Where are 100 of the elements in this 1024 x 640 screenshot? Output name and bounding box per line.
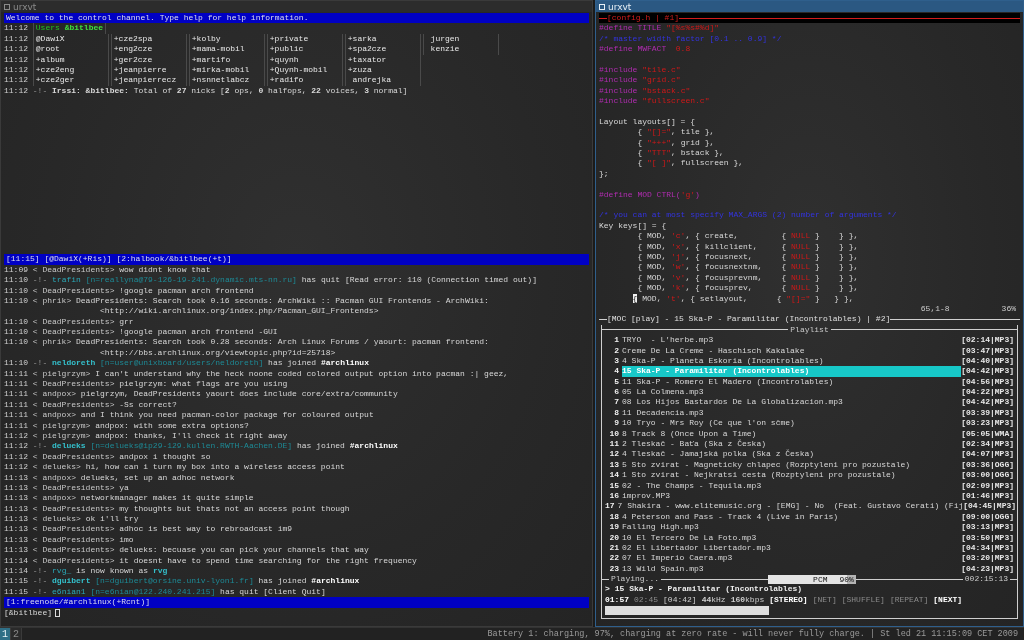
- timestamp: 11:12: [4, 33, 28, 45]
- event-text: Irssi: &bitlbee: Total of 27 nicks [2 ops, 0 halfops, 22 voices, 3 normal]: [52, 85, 408, 97]
- track-number: 15: [608, 480, 619, 491]
- track-title[interactable]: 13 Wild Spain.mp3: [622, 563, 962, 575]
- nickname: < delueks>: [32, 514, 81, 525]
- track-title[interactable]: 4 Tleskač - Jamajská polka (Ska z Česka): [622, 449, 962, 460]
- message-text: andpox: with some extra options?: [95, 420, 249, 431]
- channel-header: Users &bitlbee: [32, 23, 107, 34]
- track-title[interactable]: 11 Decadencia.mp3: [622, 407, 962, 419]
- track-title[interactable]: 07 El Imperio Caera.mp3: [622, 553, 962, 564]
- track-title[interactable]: 7 Shakira - www.elitemusic.org - [EMG] - No (Feat. Gustavo Cerati) (Fij: [617, 501, 964, 512]
- message-text: adhoc is best way to rebroadcast im9: [119, 524, 293, 535]
- workspace-tag[interactable]: 1: [0, 628, 11, 640]
- track-number: 2: [613, 345, 619, 356]
- track-title[interactable]: 08 Los Hijos Bastardos De La Globalizacion.mp3: [622, 397, 962, 408]
- track-number: 17: [605, 501, 615, 512]
- volume-bar[interactable]: PCM 90%: [767, 574, 856, 584]
- code-line: /* you can at most specify MAX_ARGS (2) number of arguments */: [599, 210, 897, 221]
- track-number: 21: [608, 542, 619, 554]
- player-state: Playing...: [610, 574, 660, 585]
- nickname: < DeadPresidents>: [32, 524, 115, 535]
- track-title[interactable]: 8 Track 8 (Once Upon a Time): [622, 428, 962, 439]
- code-line: };: [599, 168, 609, 180]
- code-line: #include "grid.c": [599, 75, 681, 86]
- track-number: 16: [608, 490, 619, 502]
- track-info: [01:46|MP3]: [961, 490, 1014, 502]
- timestamp: 11:10: [4, 327, 28, 338]
- message-text: andpox: thanks, I'll check it right away: [95, 430, 288, 442]
- track-title[interactable]: 1 Sto zvirat - Nejkratsi cesta (Rozptyleni pro pozustale): [622, 470, 962, 481]
- timestamp: 11:12: [4, 64, 28, 76]
- status-bar: [1:freenode/#archlinux(+Rcnt)]: [4, 597, 589, 608]
- nick-cell: +jeanpierre: [110, 64, 187, 76]
- track-title[interactable]: 02 - The Champs - Tequila.mp3: [622, 480, 962, 491]
- mode-label: [NET]: [812, 594, 837, 606]
- nickname: < andpox>: [32, 389, 77, 400]
- track-title[interactable]: 10 El Tercero De La Foto.mp3: [622, 532, 962, 543]
- code-line: /* master width factor [0.1 .. 0.9] */: [599, 33, 782, 45]
- track-title[interactable]: 4 Peterson and Pass - Track 4 (Live in Paris): [622, 511, 962, 523]
- timestamp: 11:14: [4, 555, 28, 567]
- track-info: [04:45|MP3]: [963, 501, 1017, 512]
- nick-cell: +martifo: [188, 54, 265, 65]
- track-info: [05:05|WMA]: [961, 428, 1014, 439]
- timestamp: 11:13: [4, 472, 28, 483]
- track-title[interactable]: 05 La Colmena.mp3: [622, 387, 962, 398]
- nick-cell: +quynh: [266, 54, 343, 65]
- elapsed-time: 01:57: [605, 594, 629, 606]
- timestamp: 11:12: [4, 451, 28, 463]
- message-text: hi, how can i turn my box into a wireless access point: [85, 462, 345, 473]
- nick-cell: +public: [266, 44, 343, 55]
- timestamp: 11:11: [4, 399, 28, 411]
- track-title[interactable]: 10 Tryo - Mrs Roy (Ce que l'on sčme): [622, 418, 962, 429]
- nickname: < andpox>: [32, 410, 77, 421]
- track-number: 22: [608, 553, 619, 564]
- timestamp: 11:13: [4, 493, 28, 504]
- track-title[interactable]: 4 Ska-P - Planeta Eskoria (Incontrolables): [622, 355, 962, 367]
- nick-cell: jurgen: [422, 33, 499, 45]
- track-title[interactable]: TRYO - L'herbe.mp3: [622, 335, 962, 346]
- track-title[interactable]: 11 Ska-P - Romero El Madero (Incontrolables): [622, 376, 962, 388]
- event-text: -!- e6nian1 [n=e6nian@122.240.241.215] has quit [Client Quit]: [32, 586, 326, 598]
- track-title[interactable]: 2 Tleskač - Baťa (Ska z Česka): [622, 439, 962, 450]
- message-text: it doesnt have to spend time searching for the right frequency: [119, 555, 417, 567]
- track-number: 20: [608, 532, 619, 543]
- message-text: I can't understand why the heck noone coded colored output option into pacman :| geez,: [95, 368, 509, 379]
- message-text: delueks: becuase you can pick your channels that way: [119, 545, 369, 556]
- timestamp: 11:11: [4, 420, 28, 431]
- track-number: 5: [613, 376, 619, 388]
- bitrate: 160kbps: [730, 594, 765, 606]
- track-title[interactable]: Creme De La Creme - Haschisch Kakalake: [622, 345, 962, 356]
- timestamp: 11:11: [4, 410, 28, 421]
- remaining-time: 02:45: [634, 594, 659, 606]
- message-text: grr: [119, 316, 134, 328]
- nick-cell: +cze2eng: [32, 64, 109, 76]
- nick-cell: +cze2ger: [32, 75, 109, 86]
- window-title-bar[interactable]: urxvt: [596, 1, 1023, 12]
- window-icon[interactable]: [4, 3, 10, 10]
- workspace-tag[interactable]: 2: [11, 628, 22, 640]
- track-info: [04:34|MP3]: [961, 542, 1014, 554]
- text-cursor[interactable]: [55, 608, 60, 617]
- code-line: { MOD, 'k', { focusprev, { NULL } } },: [636, 283, 859, 294]
- timestamp: 11:13: [4, 503, 28, 515]
- track-title[interactable]: Falling High.mp3: [622, 522, 962, 533]
- message-text: -Ss correct?: [119, 399, 177, 411]
- nick-cell: +private: [266, 33, 343, 45]
- nickname: < pielgrzym>: [32, 420, 91, 431]
- player-title: [MOC [play] - 15 Ska-P - Paramilitar (Incontrolables) | #2]: [607, 314, 891, 325]
- timestamp: 11:09: [4, 264, 28, 276]
- nickname: < phrik>: [32, 337, 72, 348]
- track-info: [04:07|MP3]: [961, 449, 1014, 460]
- track-title[interactable]: improv.MP3: [622, 490, 962, 502]
- nick-cell: +jeanpierrecz: [110, 75, 187, 86]
- volume-reading: 90%: [839, 574, 854, 584]
- timestamp: 11:10: [4, 358, 28, 369]
- track-number: 14: [608, 470, 619, 481]
- timestamp: 11:10: [4, 295, 28, 307]
- track-info: [03:50|MP3]: [961, 532, 1014, 543]
- track-title[interactable]: 5 Sto zvirat - Magneticky chlapec (Rozptyleni pro pozustale): [622, 459, 962, 471]
- track-info: [04:22|MP3]: [961, 387, 1014, 398]
- timestamp: 11:13: [4, 534, 28, 546]
- play-indicator: >: [605, 584, 610, 595]
- track-title[interactable]: 02 El Libertador Libertador.mp3: [622, 542, 962, 554]
